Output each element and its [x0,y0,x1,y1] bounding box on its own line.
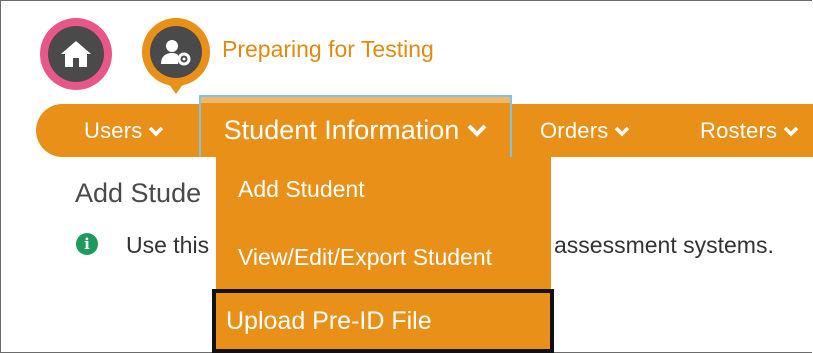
nav-student-information[interactable]: Student Information [199,95,512,157]
page-title: Add Stude [75,178,202,208]
chevron-down-icon [615,126,630,136]
nav-student-information-label: Student Information [223,114,460,145]
chevron-down-icon [783,126,799,136]
chevron-down-icon [149,126,164,136]
nav-orders-label: Orders [540,117,609,143]
nav-users-label: Users [84,117,143,143]
menu-item-upload-pre-id-file[interactable]: Upload Pre-ID File [212,289,554,353]
home-icon [48,26,104,82]
nav-users[interactable]: Users [84,104,164,157]
home-button[interactable] [40,18,112,90]
chevron-down-icon [467,124,487,137]
nav-rosters-label: Rosters [700,117,778,143]
info-text-right: assessment systems. [554,232,774,258]
nav-rosters[interactable]: Rosters [700,104,799,157]
info-text-left: Use this [126,232,210,258]
section-title[interactable]: Preparing for Testing [222,36,434,63]
user-gear-icon [150,26,202,78]
menu-item-add-student[interactable]: Add Student [238,176,365,203]
menu-item-upload-pre-id-file-label: Upload Pre-ID File [226,306,432,335]
info-icon: i [76,233,98,255]
menu-item-view-edit-export-student[interactable]: View/Edit/Export Student [238,244,492,271]
preparing-for-testing-icon[interactable] [142,18,210,94]
nav-orders[interactable]: Orders [540,104,630,157]
